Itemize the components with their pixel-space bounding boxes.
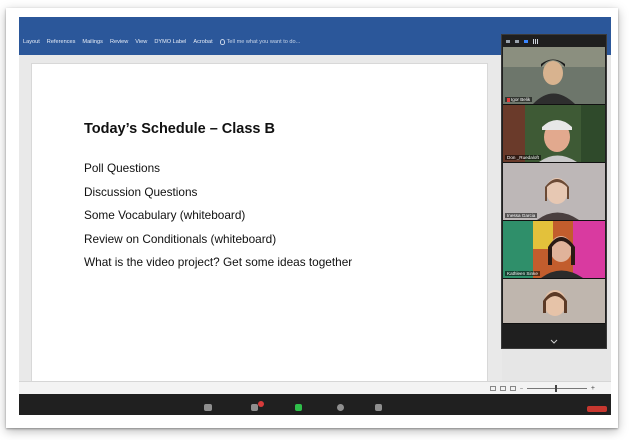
- participant-name: Inessa Garcia: [505, 213, 538, 218]
- record-icon[interactable]: [337, 404, 344, 411]
- chevron-down-icon: [550, 339, 558, 344]
- status-bar: – +: [19, 381, 611, 395]
- list-item: Review on Conditionals (whiteboard): [84, 231, 277, 246]
- panel-toolbar: [502, 35, 606, 47]
- document-heading: Today’s Schedule – Class B: [84, 121, 275, 137]
- participant-panel: Igor Belik Don _Ruedaloft Inessa Garcia: [501, 34, 607, 349]
- zoom-slider-knob[interactable]: [554, 385, 557, 392]
- chat-icon[interactable]: [251, 404, 258, 411]
- schedule-list: Poll Questions Discussion Questions Some…: [84, 160, 352, 278]
- notification-badge: [258, 401, 264, 407]
- tab-dymo-label[interactable]: DYMO Label: [154, 39, 186, 45]
- gallery-view-icon[interactable]: [533, 38, 538, 44]
- print-layout-icon[interactable]: [500, 386, 507, 391]
- participants-icon[interactable]: [204, 404, 212, 411]
- title-bar: [19, 17, 611, 30]
- zoom-in-button[interactable]: +: [591, 385, 595, 392]
- tell-me-search[interactable]: Tell me what you want to do...: [219, 39, 301, 45]
- list-item: What is the video project? Get some idea…: [84, 255, 353, 269]
- reactions-icon[interactable]: [375, 404, 382, 411]
- muted-mic-icon: [507, 97, 510, 102]
- share-screen-icon[interactable]: [295, 404, 302, 411]
- ribbon-tabs: Layout References Mailings Review View D…: [23, 39, 300, 45]
- participant-name: Kathleen Sinke: [505, 271, 540, 276]
- end-meeting-button[interactable]: [587, 406, 607, 412]
- participant-video: [503, 105, 605, 162]
- document-page[interactable]: Today’s Schedule – Class B Poll Question…: [31, 63, 488, 383]
- participant-tile[interactable]: Kathleen Sinke: [503, 221, 605, 279]
- tab-references[interactable]: References: [47, 39, 76, 45]
- read-mode-icon[interactable]: [490, 386, 497, 391]
- lightbulb-icon: [219, 39, 225, 45]
- zoom-slider[interactable]: [526, 385, 587, 392]
- tab-layout[interactable]: Layout: [23, 39, 40, 45]
- participant-tile[interactable]: [503, 279, 605, 324]
- participant-video: [503, 47, 605, 104]
- tell-me-placeholder: Tell me what you want to do...: [226, 39, 301, 45]
- minimize-icon[interactable]: [506, 39, 510, 43]
- document-area[interactable]: Today’s Schedule – Class B Poll Question…: [19, 55, 502, 383]
- meeting-toolbar: [19, 394, 611, 415]
- tab-acrobat[interactable]: Acrobat: [193, 39, 212, 45]
- speaker-view-icon[interactable]: [524, 39, 528, 43]
- tab-review[interactable]: Review: [110, 39, 128, 45]
- participant-video: [503, 221, 605, 278]
- participant-tile[interactable]: Igor Belik: [503, 47, 605, 105]
- participant-video: [503, 163, 605, 220]
- list-item: Discussion Questions: [84, 184, 198, 199]
- zoom-out-button[interactable]: –: [520, 386, 523, 392]
- tab-mailings[interactable]: Mailings: [82, 39, 103, 45]
- participant-tile[interactable]: Don _Ruedaloft: [503, 105, 605, 163]
- scroll-down-button[interactable]: [502, 334, 606, 348]
- list-item: Poll Questions: [84, 161, 161, 175]
- screen: Layout References Mailings Review View D…: [19, 17, 611, 415]
- hide-video-icon[interactable]: [515, 39, 519, 43]
- participant-tile[interactable]: Inessa Garcia: [503, 163, 605, 221]
- list-item: Some Vocabulary (whiteboard): [84, 208, 246, 222]
- participant-name: Igor Belik: [505, 97, 533, 102]
- web-layout-icon[interactable]: [510, 386, 517, 391]
- participant-name: Don _Ruedaloft: [505, 155, 541, 160]
- tab-view[interactable]: View: [135, 39, 147, 45]
- participant-video: [503, 279, 605, 323]
- zoom-control: – +: [490, 385, 595, 392]
